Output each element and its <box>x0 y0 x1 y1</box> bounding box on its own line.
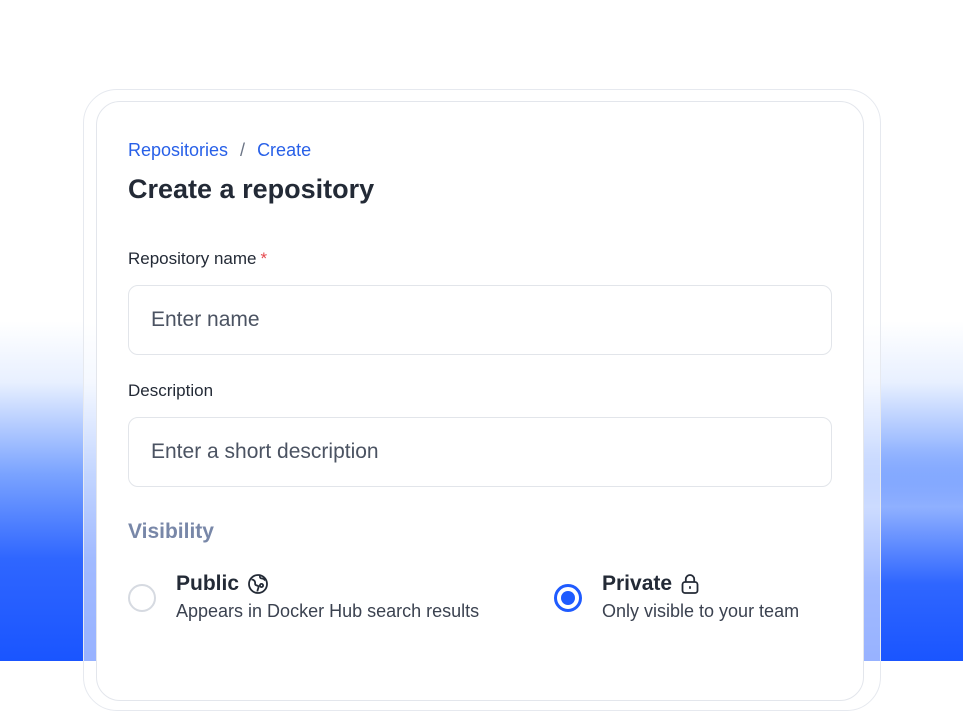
repository-name-input[interactable] <box>128 285 832 355</box>
visibility-option-private[interactable]: Private Only visible to your team <box>554 572 799 622</box>
public-option-title: Public <box>176 572 479 596</box>
lock-icon <box>680 573 700 595</box>
repository-name-label: Repository name * <box>128 249 267 269</box>
visibility-option-public[interactable]: Public Appears in Docker Hub search resu… <box>128 572 479 622</box>
public-radio[interactable] <box>128 584 156 612</box>
page-title: Create a repository <box>128 174 375 204</box>
private-option-label: Private <box>602 572 673 595</box>
private-option-text: Private Only visible to your team <box>602 572 799 622</box>
breadcrumb-create-link[interactable]: Create <box>257 140 311 161</box>
public-option-description: Appears in Docker Hub search results <box>176 601 480 621</box>
description-label: Description <box>128 381 214 400</box>
private-option-title: Private <box>602 572 799 596</box>
description-input[interactable] <box>128 417 832 487</box>
private-radio[interactable] <box>554 584 582 612</box>
public-option-text: Public Appears in Docker Hub search resu… <box>176 572 479 622</box>
create-repository-card: Repositories / Create Create a repositor… <box>96 101 864 701</box>
breadcrumb-repositories-link[interactable]: Repositories <box>128 140 228 161</box>
required-asterisk: * <box>260 249 268 268</box>
globe-icon <box>247 573 269 595</box>
private-option-description: Only visible to your team <box>602 601 800 621</box>
repository-name-label-text: Repository name <box>128 249 257 268</box>
visibility-label: Visibility <box>128 520 214 543</box>
breadcrumb-separator: / <box>240 140 246 160</box>
public-option-label: Public <box>176 572 240 595</box>
breadcrumb: Repositories / Create <box>128 140 311 161</box>
